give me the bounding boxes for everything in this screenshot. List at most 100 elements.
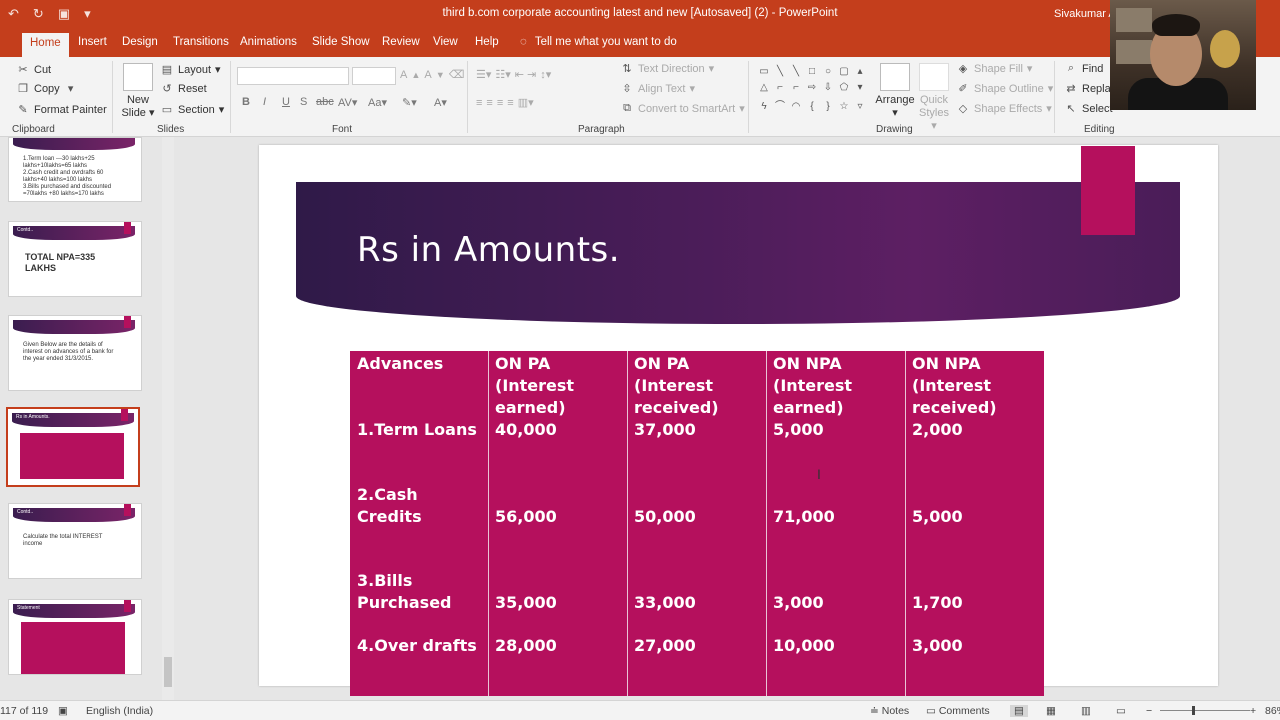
zoom-in-icon[interactable]: + [1250, 705, 1256, 717]
tab-insert[interactable]: Insert [78, 36, 107, 48]
font-size-adjust[interactable]: A ▲ A ▼ ⌫ [400, 68, 464, 82]
table-header: ON NPA (Interest earned) [773, 354, 853, 417]
copy-button[interactable]: ❐ Copy ▾ [16, 82, 78, 96]
curve-icon[interactable]: ⌒ [772, 97, 788, 112]
tab-design[interactable]: Design [122, 36, 158, 48]
slide-thumbnail-active[interactable]: Rs in Amounts. [6, 407, 140, 487]
char-spacing-button[interactable]: AV▾ [338, 96, 357, 109]
zoom-slider-handle[interactable] [1192, 706, 1195, 715]
text-direction-button[interactable]: ⇅ Text Direction ▾ [620, 62, 714, 76]
shapes-gallery[interactable]: ▭ ╲ ╲ □ ○ ▢ ▴ △ ⌐ ⌐ ⇨ ⇩ ⬠ ▾ ϟ ⌒ ◠{} ☆ ▿ [756, 65, 870, 113]
line-icon[interactable]: ╲ [788, 66, 804, 81]
rectangle-icon[interactable]: □ [804, 66, 820, 81]
thumb-accent [124, 600, 131, 612]
brace-right-icon[interactable]: } [820, 101, 836, 116]
slide-thumbnail[interactable]: Statement [8, 599, 142, 675]
arrow-right-icon[interactable]: ⇨ [804, 82, 820, 97]
zoom-slider[interactable] [1160, 710, 1250, 711]
tab-help[interactable]: Help [475, 36, 499, 48]
elbow-icon[interactable]: ⌐ [772, 82, 788, 97]
tab-animations[interactable]: Animations [240, 36, 297, 48]
thumbnail-scroll-thumb[interactable] [164, 657, 172, 687]
zoom-out-icon[interactable]: − [1146, 705, 1152, 717]
tab-view[interactable]: View [433, 36, 458, 48]
triangle-icon[interactable]: △ [756, 82, 772, 97]
slide-thumbnail[interactable]: Given Below are the details of interest … [8, 315, 142, 391]
spellcheck-icon[interactable]: ▣ [58, 705, 68, 717]
star-icon[interactable]: ☆ [836, 101, 852, 116]
highlight-icon[interactable]: ✎▾ [402, 96, 417, 109]
convert-smartart-button[interactable]: ⧉ Convert to SmartArt ▾ [620, 102, 745, 115]
reset-button[interactable]: ↺ Reset [160, 82, 206, 96]
notes-button[interactable]: ≐ Notes [870, 705, 909, 717]
text-direction-icon: ⇅ [622, 63, 632, 75]
smartart-icon: ⧉ [623, 102, 631, 114]
select-button[interactable]: ↖ Select [1064, 102, 1112, 116]
slide-title[interactable]: Rs in Amounts. [357, 230, 620, 270]
alignment-buttons[interactable]: ≡ ≡ ≡ ≡ ▥▾ [476, 96, 534, 110]
slide-thumbnail[interactable]: Contd.. Calculate the total INTEREST inc… [8, 503, 142, 579]
cut-button[interactable]: ✂ Cut [16, 63, 51, 77]
new-slide-button[interactable]: New Slide ▾ [120, 63, 156, 120]
arrange-button[interactable]: Arrange ▾ [874, 63, 916, 120]
underline-button[interactable]: U [282, 96, 290, 108]
thumbnail-scrollbar[interactable] [162, 137, 174, 700]
font-color-button[interactable]: A▾ [434, 96, 447, 109]
oval-icon[interactable]: ○ [820, 66, 836, 81]
scroll-down-icon[interactable]: ▾ [852, 82, 868, 97]
arc-icon[interactable]: ◠ [788, 101, 804, 116]
shape-outline-button[interactable]: ✐ Shape Outline ▾ [956, 82, 1053, 96]
quick-styles-button[interactable]: Quick Styles ▾ [916, 63, 952, 133]
align-text-button[interactable]: ⇳ Align Text ▾ [620, 82, 695, 96]
elbow-icon[interactable]: ⌐ [788, 82, 804, 97]
reading-view-icon[interactable]: ▥ [1081, 705, 1091, 717]
lightning-icon[interactable]: ϟ [756, 101, 772, 116]
normal-view-icon[interactable]: ▤ [1010, 705, 1028, 717]
italic-button[interactable]: I [263, 96, 266, 108]
table-cell: 1.Term Loans [357, 420, 477, 439]
format-painter-button[interactable]: ✎ Format Painter [16, 103, 106, 117]
tab-review[interactable]: Review [382, 36, 420, 48]
layout-button[interactable]: ▤ Layout ▾ [160, 63, 221, 77]
tell-me-box[interactable]: ◌ Tell me what you want to do [520, 36, 677, 48]
section-button[interactable]: ▭ Section ▾ [160, 103, 224, 117]
thumb-accent [124, 222, 131, 234]
slideshow-icon[interactable]: ▭ [1116, 705, 1126, 717]
interest-table[interactable]: Advances ON PA (Interest earned) ON PA (… [350, 351, 1044, 696]
thumb-accent [124, 316, 131, 328]
layout-icon: ▤ [161, 64, 173, 76]
comments-button[interactable]: ▭ Comments [926, 705, 990, 717]
font-family-select[interactable] [237, 67, 349, 85]
presenter-hair [1152, 14, 1200, 36]
slide-thumbnail[interactable]: Contd.. TOTAL NPA=335 LAKHS [8, 221, 142, 297]
zoom-level[interactable]: 86% [1265, 705, 1280, 717]
textbox-icon[interactable]: ▭ [756, 66, 772, 81]
change-case-button[interactable]: Aa▾ [368, 96, 387, 109]
user-name[interactable]: Sivakumar A [1054, 8, 1116, 20]
language-indicator[interactable]: English (India) [86, 705, 153, 717]
shadow-button[interactable]: S [300, 96, 307, 108]
find-button[interactable]: ⌕ Find [1064, 62, 1104, 75]
tab-transitions[interactable]: Transitions [173, 36, 229, 48]
slide-sorter-icon[interactable]: ▦ [1046, 705, 1056, 717]
font-size-select[interactable] [352, 67, 396, 85]
slide-thumbnail[interactable]: 1.Term loan ---30 lakhs+25 lakhs+10lakhs… [8, 137, 142, 202]
replace-button[interactable]: ⇄ Replac [1064, 82, 1116, 96]
strikethrough-button[interactable]: abc [316, 96, 334, 108]
more-shapes-icon[interactable]: ▿ [852, 101, 868, 116]
arrow-down-icon[interactable]: ⇩ [820, 82, 836, 97]
slides-group-label: Slides [157, 124, 185, 135]
scroll-up-icon[interactable]: ▴ [852, 66, 868, 81]
shape-fill-button[interactable]: ◈ Shape Fill ▾ [956, 62, 1033, 76]
rounded-rect-icon[interactable]: ▢ [836, 66, 852, 81]
line-icon[interactable]: ╲ [772, 66, 788, 81]
list-buttons[interactable]: ☰▾ ☷▾ ⇤ ⇥ ↕▾ [476, 68, 551, 81]
tab-home[interactable]: Home [22, 33, 69, 57]
shape-effects-button[interactable]: ◇ Shape Effects ▾ [956, 102, 1052, 116]
font-group-label: Font [332, 124, 353, 135]
pentagon-icon[interactable]: ⬠ [836, 82, 852, 97]
thumb-table [20, 433, 124, 479]
brace-left-icon[interactable]: { [804, 101, 820, 116]
tab-slide-show[interactable]: Slide Show [312, 36, 370, 48]
bold-button[interactable]: B [242, 96, 250, 108]
